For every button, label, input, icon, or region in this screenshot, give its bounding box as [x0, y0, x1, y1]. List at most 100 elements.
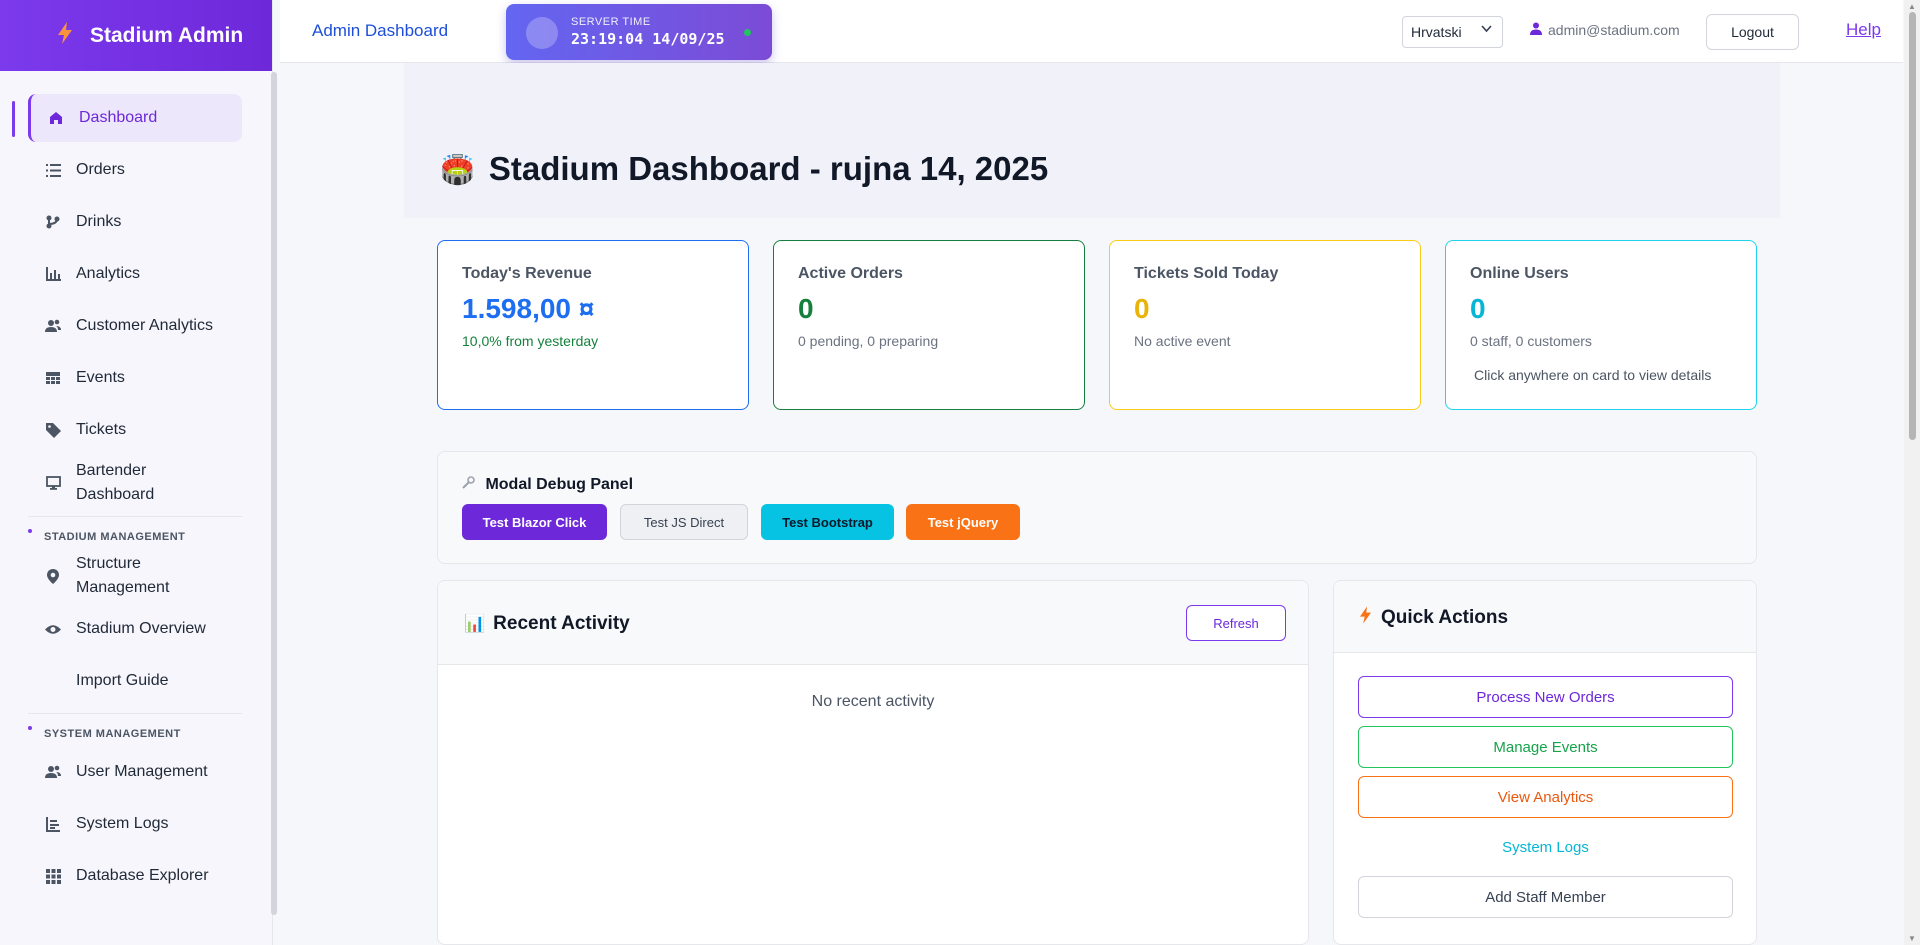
card-value: 0: [1470, 293, 1486, 324]
scroll-up-icon[interactable]: ▲: [1908, 2, 1916, 11]
sidebar-item-drinks[interactable]: Drinks: [28, 198, 242, 246]
user-info: admin@stadium.com: [1530, 22, 1680, 38]
card-label: Today's Revenue: [462, 265, 592, 282]
sidebar-item-label: Stadium Overview: [76, 620, 206, 637]
tickets-card[interactable]: Tickets Sold Today 0 No active event: [1109, 240, 1421, 410]
panel-header: 📊 Recent Activity Refresh: [438, 581, 1308, 665]
test-blazor-click-button[interactable]: Test Blazor Click: [462, 504, 607, 540]
map-pin-icon: [44, 568, 62, 584]
home-icon: [47, 111, 65, 125]
refresh-button[interactable]: Refresh: [1186, 605, 1286, 641]
monitor-icon: [44, 476, 62, 490]
sidebar-item-stadium-overview[interactable]: Stadium Overview: [28, 605, 242, 653]
test-jquery-button[interactable]: Test jQuery: [906, 504, 1020, 540]
topbar-title[interactable]: Admin Dashboard: [312, 21, 448, 41]
sidebar-item-label: Orders: [76, 161, 125, 178]
page-title-text: Stadium Dashboard - rujna 14, 2025: [488, 150, 1049, 187]
server-time-widget: SERVER TIME 23:19:04 14/09/25: [506, 4, 772, 60]
stadium-icon: 🏟️: [440, 153, 475, 185]
sidebar-item-label: Database Explorer: [76, 867, 209, 884]
sidebar-item-import-guide[interactable]: Import Guide: [28, 657, 242, 705]
test-js-direct-button[interactable]: Test JS Direct: [620, 504, 748, 540]
sidebar-item-customer-analytics[interactable]: Customer Analytics: [28, 302, 242, 350]
manage-events-button[interactable]: Manage Events: [1358, 726, 1733, 768]
quick-actions-title: Quick Actions: [1360, 606, 1508, 630]
sidebar-item-label: Dashboard: [79, 109, 158, 126]
sidebar-item-structure-management[interactable]: Structure Management: [28, 551, 242, 601]
card-value: 0: [1134, 293, 1150, 324]
recent-activity-title: 📊 Recent Activity: [464, 613, 630, 635]
language-select[interactable]: Hrvatski: [1402, 16, 1503, 48]
scrollbar-thumb[interactable]: [1909, 12, 1916, 440]
user-icon: [1530, 22, 1542, 38]
sidebar-item-database-explorer[interactable]: Database Explorer: [28, 852, 242, 900]
bolt-icon: [58, 21, 72, 50]
sidebar-item-label: Analytics: [76, 265, 141, 282]
brand-title: Stadium Admin: [90, 23, 244, 47]
card-subtext: 10,0% from yesterday: [462, 333, 599, 349]
server-time-value: 23:19:04 14/09/25: [571, 30, 725, 48]
bolt-icon: [1360, 606, 1371, 630]
card-value: 1.598,00 ¤: [462, 293, 595, 324]
sidebar-item-analytics[interactable]: Analytics: [28, 250, 242, 298]
sidebar-item-label: Events: [76, 369, 125, 386]
status-dot-icon: [744, 29, 751, 36]
divider: [28, 516, 242, 517]
quick-actions-panel: Quick Actions Process New Orders Manage …: [1333, 580, 1757, 945]
debug-panel-title: Modal Debug Panel: [462, 476, 633, 494]
modal-debug-panel: Modal Debug Panel Test Blazor Click Test…: [437, 451, 1757, 564]
sidebar-item-tickets[interactable]: Tickets: [28, 406, 242, 454]
eye-icon: [44, 624, 62, 635]
view-analytics-button[interactable]: View Analytics: [1358, 776, 1733, 818]
chevron-down-icon: [1481, 23, 1492, 37]
sidebar-item-dashboard[interactable]: Dashboard: [28, 94, 242, 142]
sidebar-item-system-logs[interactable]: System Logs: [28, 800, 242, 848]
list-icon: [44, 163, 62, 177]
section-label-system-management: SYSTEM MANAGEMENT: [28, 726, 242, 740]
card-subtext: No active event: [1134, 333, 1231, 349]
chart-icon: 📊: [464, 614, 486, 633]
grid-icon: [44, 868, 62, 884]
sidebar-item-label: Customer Analytics: [76, 317, 213, 334]
logout-button[interactable]: Logout: [1706, 14, 1799, 50]
sidebar-scrollbar[interactable]: [271, 72, 277, 915]
sidebar-item-bartender-dashboard[interactable]: Bartender Dashboard: [28, 458, 242, 508]
online-users-card[interactable]: Online Users 0 0 staff, 0 customers Clic…: [1445, 240, 1757, 410]
users-icon: [44, 765, 62, 779]
system-logs-button[interactable]: System Logs: [1358, 826, 1733, 868]
calendar-icon: [44, 371, 62, 385]
sidebar-item-label: Bartender Dashboard: [76, 462, 155, 503]
recent-activity-panel: 📊 Recent Activity Refresh No recent acti…: [437, 580, 1309, 945]
test-bootstrap-button[interactable]: Test Bootstrap: [761, 504, 894, 540]
revenue-card[interactable]: Today's Revenue 1.598,00 ¤ 10,0% from ye…: [437, 240, 749, 410]
sidebar-item-label: System Logs: [76, 815, 169, 832]
clock-icon: [526, 17, 558, 49]
sidebar-item-label: Structure Management: [76, 555, 170, 596]
add-staff-member-button[interactable]: Add Staff Member: [1358, 876, 1733, 918]
sidebar-item-orders[interactable]: Orders: [28, 146, 242, 194]
user-email: admin@stadium.com: [1548, 22, 1680, 38]
tag-icon: [44, 422, 62, 438]
scroll-down-icon[interactable]: ▼: [1908, 934, 1916, 943]
card-value: 0: [798, 293, 814, 324]
process-new-orders-button[interactable]: Process New Orders: [1358, 676, 1733, 718]
page-title: 🏟️ Stadium Dashboard - rujna 14, 2025: [440, 150, 1048, 188]
sidebar-nav: Dashboard Orders Drinks Analytics Custom…: [0, 94, 270, 904]
sidebar-item-events[interactable]: Events: [28, 354, 242, 402]
card-label: Online Users: [1470, 265, 1569, 282]
card-subtext: 0 pending, 0 preparing: [798, 333, 939, 349]
server-time-label: SERVER TIME: [571, 16, 651, 28]
panel-header: Quick Actions: [1334, 581, 1756, 653]
sidebar-item-user-management[interactable]: User Management: [28, 748, 242, 796]
page-scrollbar[interactable]: ▲ ▼: [1904, 0, 1920, 945]
drink-icon: [44, 215, 62, 229]
sidebar-item-label: Import Guide: [76, 672, 169, 689]
brand[interactable]: Stadium Admin: [0, 0, 272, 71]
sidebar-item-label: User Management: [76, 763, 208, 780]
active-orders-card[interactable]: Active Orders 0 0 pending, 0 preparing: [773, 240, 1085, 410]
help-link[interactable]: Help: [1846, 20, 1881, 40]
card-subtext: 0 staff, 0 customers: [1470, 333, 1592, 349]
users-icon: [44, 319, 62, 333]
card-label: Active Orders: [798, 265, 903, 282]
card-hint: Click anywhere on card to view details: [1474, 367, 1712, 383]
